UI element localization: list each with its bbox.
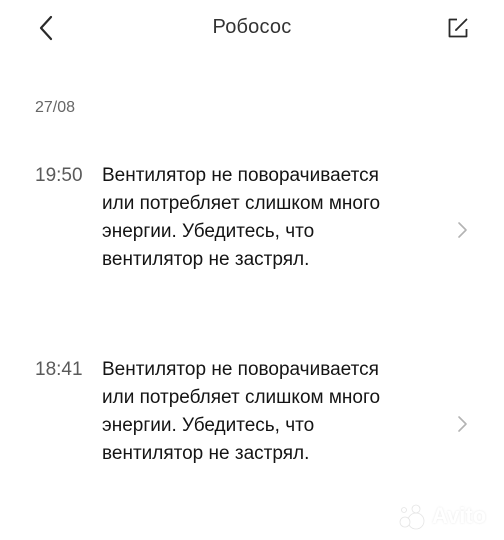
top-bar: Робосос — [0, 0, 504, 60]
chevron-right-icon — [458, 416, 467, 432]
watermark-text: Avito — [432, 503, 487, 528]
entry-time: 19:50 — [35, 165, 83, 186]
log-entry[interactable]: 19:50 Вентилятор не поворачивается или п… — [0, 162, 504, 312]
date-label: 27/08 — [35, 99, 76, 116]
page-title: Робосос — [212, 16, 292, 38]
entry-message: Вентилятор не поворачивается или потребл… — [102, 359, 381, 464]
entry-message: Вентилятор не поворачивается или потребл… — [102, 165, 381, 270]
log-entry[interactable]: 18:41 Вентилятор не поворачивается или п… — [0, 356, 504, 506]
edit-icon — [448, 18, 468, 38]
entry-time: 18:41 — [35, 359, 83, 380]
avito-logo-icon — [399, 504, 425, 530]
chevron-right-icon — [458, 222, 467, 238]
edit-button[interactable] — [442, 12, 474, 44]
avito-watermark: Avito — [396, 499, 486, 533]
